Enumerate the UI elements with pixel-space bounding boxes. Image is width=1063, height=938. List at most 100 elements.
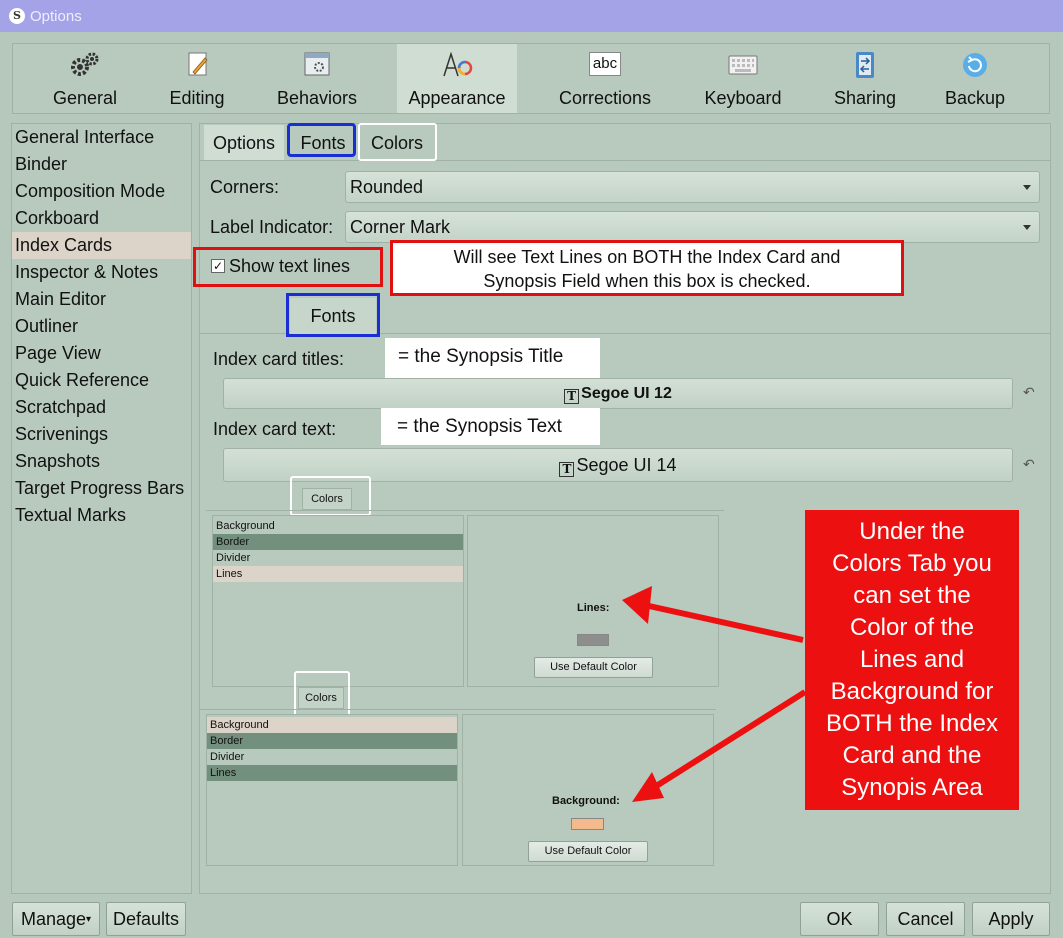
callout-line: BOTH the Index <box>825 710 999 737</box>
toolbar-backup[interactable]: Backup <box>927 44 1023 113</box>
text-lines-callout-line2: Synopsis Field when this box is checked. <box>483 271 811 291</box>
label-indicator-label: Label Indicator: <box>210 217 334 237</box>
show-text-lines-highlight <box>193 247 383 287</box>
list-item[interactable]: Lines <box>207 765 457 781</box>
toolbar-appearance[interactable]: Appearance <box>397 44 517 113</box>
app-icon: S <box>9 8 25 24</box>
toolbar-keyboard[interactable]: Keyboard <box>689 44 797 113</box>
text-lines-callout-line1: Will see Text Lines on BOTH the Index Ca… <box>453 247 841 267</box>
manage-button-label: Manage <box>20 909 87 929</box>
toolbar-corrections-label: Corrections <box>558 88 652 108</box>
callout-line: Colors Tab you <box>832 550 992 577</box>
sidebar-item-inspector-notes[interactable]: Inspector & Notes <box>12 259 191 286</box>
synopsis-text-callout: = the Synopsis Text <box>381 408 600 445</box>
colors-panel-2-divider <box>200 709 716 710</box>
abc-icon: abc <box>589 52 621 76</box>
toolbar-general[interactable]: General <box>33 44 137 113</box>
list-item[interactable]: Lines <box>213 566 463 582</box>
toolbar-appearance-label: Appearance <box>408 88 506 108</box>
reset-text-font-icon[interactable]: ↶ <box>1023 456 1035 473</box>
callout-line: Background for <box>830 678 994 705</box>
behaviors-icon <box>304 52 330 76</box>
ok-button[interactable]: OK <box>800 902 879 936</box>
corners-label: Corners: <box>210 177 280 197</box>
label-indicator-value: Corner Mark <box>350 217 451 237</box>
label-indicator-dropdown[interactable]: Corner Mark <box>345 211 1040 243</box>
sidebar-item-scratchpad[interactable]: Scratchpad <box>12 394 191 421</box>
title-bar: S Options <box>0 0 1063 32</box>
use-default-color-button-2[interactable]: Use Default Color <box>528 841 648 862</box>
toolbar-general-label: General <box>52 88 118 108</box>
apply-button[interactable]: Apply <box>972 902 1050 936</box>
colors-panel-1-divider <box>206 510 724 511</box>
list-item[interactable]: Divider <box>207 749 457 765</box>
sidebar-item-target-progress-bars[interactable]: Target Progress Bars <box>12 475 191 502</box>
toolbar-sharing-label: Sharing <box>833 88 897 108</box>
colors-tab-highlight <box>358 123 437 161</box>
keyboard-icon <box>728 55 758 75</box>
font-icon: T <box>559 462 575 477</box>
appearance-icon <box>443 52 473 77</box>
callout-line: Color of the <box>849 614 975 641</box>
abc-icon-text: abc <box>592 55 618 72</box>
list-item[interactable]: Border <box>207 733 457 749</box>
sidebar-item-outliner[interactable]: Outliner <box>12 313 191 340</box>
corners-dropdown[interactable]: Rounded <box>345 171 1040 203</box>
toolbar-sharing[interactable]: Sharing <box>817 44 913 113</box>
list-item[interactable]: Background <box>207 717 457 733</box>
gears-icon <box>71 52 99 76</box>
lines-color-swatch[interactable] <box>577 634 609 646</box>
toolbar-behaviors-label: Behaviors <box>276 88 358 108</box>
cancel-button[interactable]: Cancel <box>886 902 965 936</box>
manage-button[interactable]: Manage▾ <box>12 902 100 936</box>
toolbar-backup-label: Backup <box>944 88 1006 108</box>
callout-line: Card and the <box>842 742 982 769</box>
callout-line: Lines and <box>859 646 965 673</box>
defaults-button[interactable]: Defaults <box>106 902 186 936</box>
chevron-down-icon <box>1023 225 1031 230</box>
chevron-down-icon <box>1023 185 1031 190</box>
sharing-icon <box>856 52 874 78</box>
sidebar-item-scrivenings[interactable]: Scrivenings <box>12 421 191 448</box>
toolbar-behaviors[interactable]: Behaviors <box>261 44 373 113</box>
backup-icon <box>963 53 987 77</box>
sidebar-item-binder[interactable]: Binder <box>12 151 191 178</box>
colors-subtab-2-highlight <box>294 671 350 717</box>
sidebar-item-page-view[interactable]: Page View <box>12 340 191 367</box>
tab-options[interactable]: Options <box>204 125 284 161</box>
titles-font-button[interactable]: T Segoe UI 12 <box>223 378 1013 409</box>
sidebar-item-composition-mode[interactable]: Composition Mode <box>12 178 191 205</box>
list-item[interactable]: Background <box>213 518 463 534</box>
lines-color-label: Lines: <box>577 602 610 614</box>
toolbar-corrections[interactable]: abc Corrections <box>549 44 661 113</box>
font-icon: T <box>564 389 580 404</box>
fonts-subtab-highlight <box>286 293 380 337</box>
sidebar-item-snapshots[interactable]: Snapshots <box>12 448 191 475</box>
background-color-swatch[interactable] <box>571 818 604 830</box>
text-lines-callout: Will see Text Lines on BOTH the Index Ca… <box>390 240 904 296</box>
list-item[interactable]: Border <box>213 534 463 550</box>
callout-line: Under the <box>859 518 965 545</box>
sidebar-item-quick-reference[interactable]: Quick Reference <box>12 367 191 394</box>
use-default-color-button-1[interactable]: Use Default Color <box>534 657 653 678</box>
pencil-icon <box>188 52 208 76</box>
background-color-label: Background: <box>552 795 620 807</box>
sidebar-item-general-interface[interactable]: General Interface <box>12 124 191 151</box>
colors-tab-callout: Under the Colors Tab you can set the Col… <box>805 510 1019 810</box>
settings-sidebar: General Interface Binder Composition Mod… <box>11 123 192 894</box>
titles-font-value: Segoe UI 12 <box>581 385 672 402</box>
synopsis-title-callout: = the Synopsis Title <box>385 338 600 378</box>
corners-value: Rounded <box>350 177 424 197</box>
fonts-tab-highlight <box>287 123 356 157</box>
window-title: Options <box>30 8 82 25</box>
toolbar-editing[interactable]: Editing <box>147 44 247 113</box>
colors-list-1: Background Border Divider Lines <box>212 515 464 687</box>
sidebar-item-main-editor[interactable]: Main Editor <box>12 286 191 313</box>
list-item[interactable]: Divider <box>213 550 463 566</box>
sidebar-item-corkboard[interactable]: Corkboard <box>12 205 191 232</box>
sidebar-item-textual-marks[interactable]: Textual Marks <box>12 502 191 529</box>
sidebar-item-index-cards[interactable]: Index Cards <box>12 232 191 259</box>
reset-titles-font-icon[interactable]: ↶ <box>1023 384 1035 401</box>
callout-line: can set the <box>853 582 971 609</box>
text-font-value: Segoe UI 14 <box>576 455 677 475</box>
